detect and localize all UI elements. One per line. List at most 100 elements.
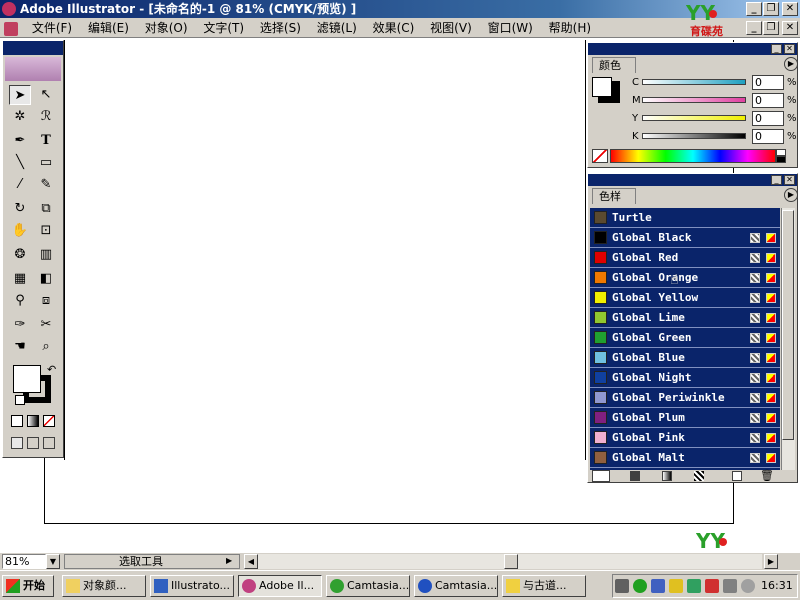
taskbar-button-camtasia-1[interactable]: Camtasia...	[326, 575, 410, 597]
selection-tool-icon[interactable]: ➤	[9, 85, 31, 105]
menu-type[interactable]: 文字(T)	[197, 18, 250, 38]
menu-object[interactable]: 对象(O)	[139, 18, 194, 38]
show-all-swatches-icon[interactable]	[592, 470, 610, 482]
direct-selection-tool-icon[interactable]: ↖	[35, 85, 57, 105]
white-color-chip[interactable]	[776, 149, 786, 156]
free-transform-tool-icon[interactable]: ⊡	[35, 221, 57, 241]
clock-widget-icon[interactable]	[741, 579, 755, 593]
doc-minimize-button[interactable]: _	[746, 21, 762, 35]
tab-swatches[interactable]: 色样	[592, 188, 636, 204]
color-spectrum-bar[interactable]	[610, 149, 776, 163]
rectangle-tool-icon[interactable]: ▭	[35, 153, 57, 173]
new-swatch-icon[interactable]	[732, 471, 742, 481]
swatch-row[interactable]: Global Lime	[590, 308, 780, 328]
swatch-row[interactable]: Global Orange	[590, 268, 780, 288]
swatch-row[interactable]: Global Yellow	[590, 288, 780, 308]
keyboard-icon[interactable]	[615, 579, 629, 593]
menu-effect[interactable]: 效果(C)	[367, 18, 421, 38]
doc-close-button[interactable]: ✕	[782, 21, 798, 35]
illustrator-app-icon[interactable]	[2, 2, 16, 16]
swap-fill-stroke-icon[interactable]: ↶	[47, 363, 56, 376]
doc-restore-button[interactable]: ❐	[763, 21, 779, 35]
artboard[interactable]	[64, 40, 586, 460]
show-color-swatches-icon[interactable]	[630, 471, 640, 481]
show-pattern-swatches-icon[interactable]	[694, 471, 704, 481]
rotate-tool-icon[interactable]: ↻	[9, 199, 31, 219]
start-button[interactable]: 开始	[2, 575, 54, 597]
symbol-sprayer-tool-icon[interactable]: ❂	[9, 245, 31, 265]
hand-tool-icon[interactable]: ☚	[9, 337, 31, 357]
green-circle-icon[interactable]	[633, 579, 647, 593]
taskbar-button-object-color[interactable]: 对象颜...	[62, 575, 146, 597]
menu-edit[interactable]: 编辑(E)	[82, 18, 135, 38]
swatch-row[interactable]: Global Plum	[590, 408, 780, 428]
swatch-row[interactable]: Global Night	[590, 368, 780, 388]
color-panel-minimize-button[interactable]: _	[771, 44, 782, 54]
fill-color-box[interactable]	[592, 77, 612, 97]
graph-tool-icon[interactable]: ▥	[35, 245, 57, 265]
menu-window[interactable]: 窗口(W)	[482, 18, 539, 38]
current-tool-status[interactable]: 选取工具	[64, 554, 240, 569]
toolbox-titlebar[interactable]	[3, 41, 63, 55]
status-menu-arrow-icon[interactable]: ▶	[226, 556, 232, 565]
none-mode-icon[interactable]	[43, 415, 55, 427]
screen-mode-standard-icon[interactable]	[11, 437, 23, 449]
gradient-mode-icon[interactable]	[27, 415, 39, 427]
swatch-row[interactable]: Global Periwinkle	[590, 388, 780, 408]
close-button[interactable]: ✕	[782, 2, 798, 16]
swatches-panel-close-button[interactable]: ✕	[784, 175, 795, 185]
document-icon[interactable]	[4, 21, 18, 36]
horizontal-scrollbar-thumb[interactable]	[504, 554, 518, 569]
swatches-panel-minimize-button[interactable]: _	[771, 175, 782, 185]
menu-select[interactable]: 选择(S)	[254, 18, 307, 38]
warp-tool-icon[interactable]: ✋	[9, 221, 31, 241]
taskbar-button-adobe-illustrator[interactable]: Adobe Il...	[238, 575, 322, 597]
screen-mode-menubar-icon[interactable]	[27, 437, 39, 449]
swatch-scrollbar-thumb[interactable]	[782, 210, 794, 440]
swatch-row[interactable]: Global Blue	[590, 348, 780, 368]
pen-tool-icon[interactable]: ✒	[9, 131, 31, 151]
black-value-field[interactable]: 0	[752, 129, 784, 144]
color-panel-titlebar[interactable]	[588, 43, 797, 55]
menu-help[interactable]: 帮助(H)	[543, 18, 597, 38]
eyedropper-tool-icon[interactable]: ⚲	[9, 291, 31, 311]
magenta-value-field[interactable]: 0	[752, 93, 784, 108]
pencil-tool-icon[interactable]: ✎	[35, 175, 57, 195]
scissors-tool-icon[interactable]: ✂	[35, 315, 57, 335]
cyan-value-field[interactable]: 0	[752, 75, 784, 90]
restore-button[interactable]: ❐	[763, 2, 779, 16]
gradient-tool-icon[interactable]: ◧	[35, 269, 57, 289]
yellow-slider[interactable]	[642, 115, 746, 121]
taskbar-button-gudao[interactable]: 与古道...	[502, 575, 586, 597]
black-slider[interactable]	[642, 133, 746, 139]
line-tool-icon[interactable]: ╲	[9, 153, 31, 173]
zoom-dropdown-chevron-down-icon[interactable]: ▼	[46, 554, 60, 569]
network-icon[interactable]	[651, 579, 665, 593]
swatch-row[interactable]: Global Malt	[590, 448, 780, 468]
menu-filter[interactable]: 滤镜(L)	[311, 18, 363, 38]
swatch-row[interactable]: Global Black	[590, 228, 780, 248]
swatch-row[interactable]: Turtle	[590, 208, 780, 228]
tab-color[interactable]: 颜色	[592, 57, 636, 73]
show-gradient-swatches-icon[interactable]	[662, 471, 672, 481]
zoom-tool-icon[interactable]: ⌕	[35, 337, 57, 357]
antivirus-icon[interactable]	[687, 579, 701, 593]
messenger-icon[interactable]	[669, 579, 683, 593]
blend-tool-icon[interactable]: ⧈	[35, 291, 57, 311]
slice-tool-icon[interactable]: ✑	[9, 315, 31, 335]
clock[interactable]: 16:31	[761, 579, 793, 592]
color-mode-icon[interactable]	[11, 415, 23, 427]
screen-mode-full-icon[interactable]	[43, 437, 55, 449]
panel-menu-arrow-icon[interactable]: ▶	[784, 57, 798, 71]
menu-file[interactable]: 文件(F)	[26, 18, 78, 38]
paintbrush-tool-icon[interactable]: ⁄	[9, 175, 31, 195]
scroll-right-arrow-icon[interactable]: ▶	[764, 554, 778, 569]
default-colors-icon[interactable]	[15, 395, 25, 405]
volume-icon[interactable]	[723, 579, 737, 593]
black-color-chip[interactable]	[776, 156, 786, 163]
zoom-field[interactable]: 81%	[2, 554, 46, 569]
swatch-row[interactable]: Global Red	[590, 248, 780, 268]
scale-tool-icon[interactable]: ⧉	[35, 199, 57, 219]
swatch-row[interactable]: Global Green	[590, 328, 780, 348]
none-color-icon[interactable]	[592, 149, 608, 163]
